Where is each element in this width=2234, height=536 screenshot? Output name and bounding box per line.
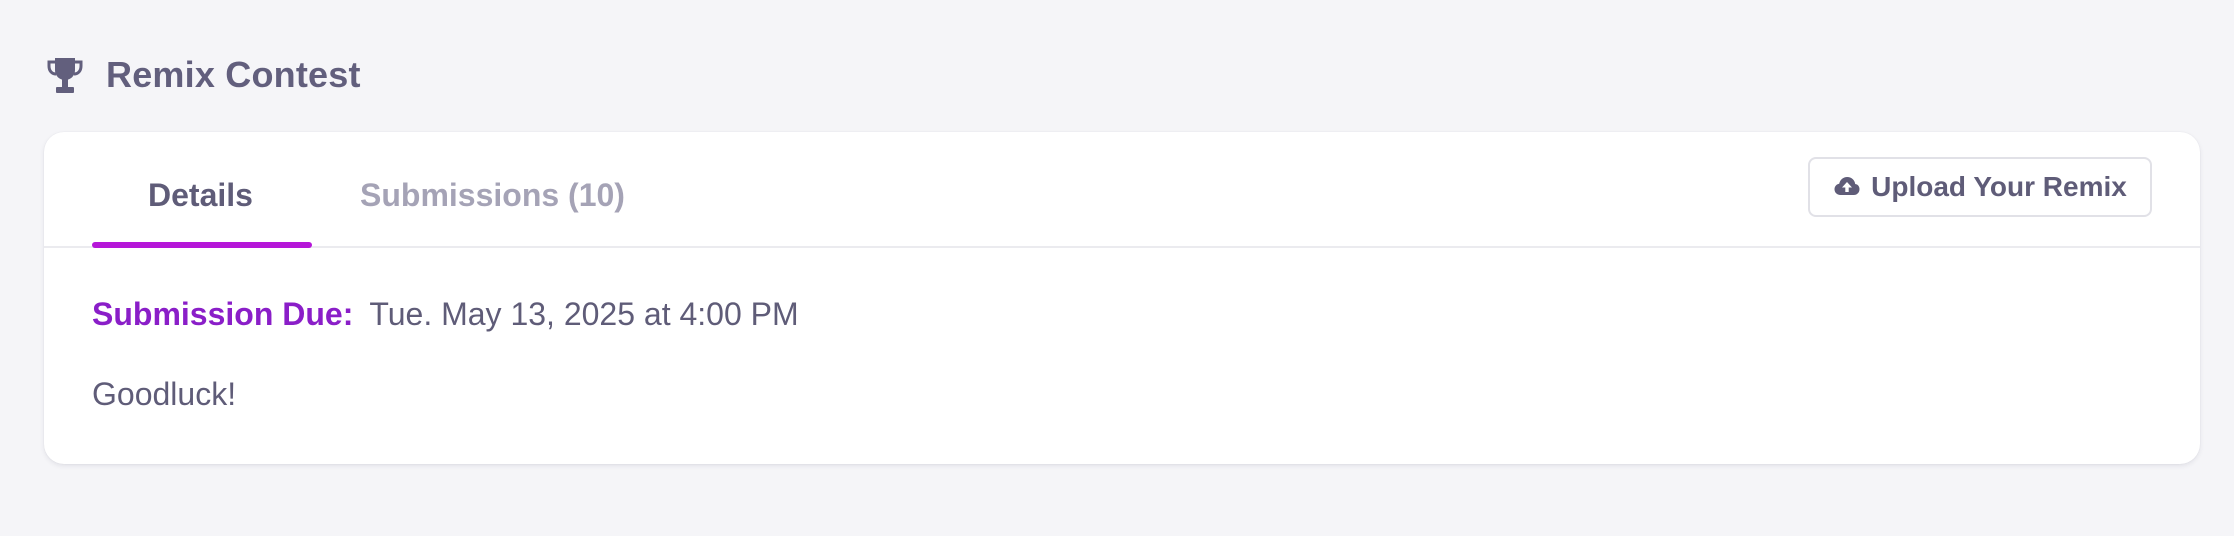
tab-submissions[interactable]: Submissions (10) [360,177,625,214]
contest-description: Goodluck! [92,376,237,412]
submission-due-label: Submission Due: [92,296,354,332]
trophy-icon [44,54,86,96]
tab-details[interactable]: Details [148,177,253,214]
section-title: Remix Contest [106,54,361,95]
contest-card: Details Submissions (10) Upload Your Rem… [44,132,2200,464]
submission-due-date: Tue. May 13, 2025 at 4:00 PM [369,296,799,332]
upload-remix-label: Upload Your Remix [1871,171,2127,202]
upload-remix-button[interactable]: Upload Your Remix [1808,157,2152,217]
active-tab-indicator [92,242,312,248]
tab-bar: Details Submissions (10) Upload Your Rem… [44,132,2200,248]
cloud-upload-icon [1833,173,1861,201]
section-header: Remix Contest [44,50,361,100]
submission-due-row: Submission Due: Tue. May 13, 2025 at 4:0… [92,296,799,333]
